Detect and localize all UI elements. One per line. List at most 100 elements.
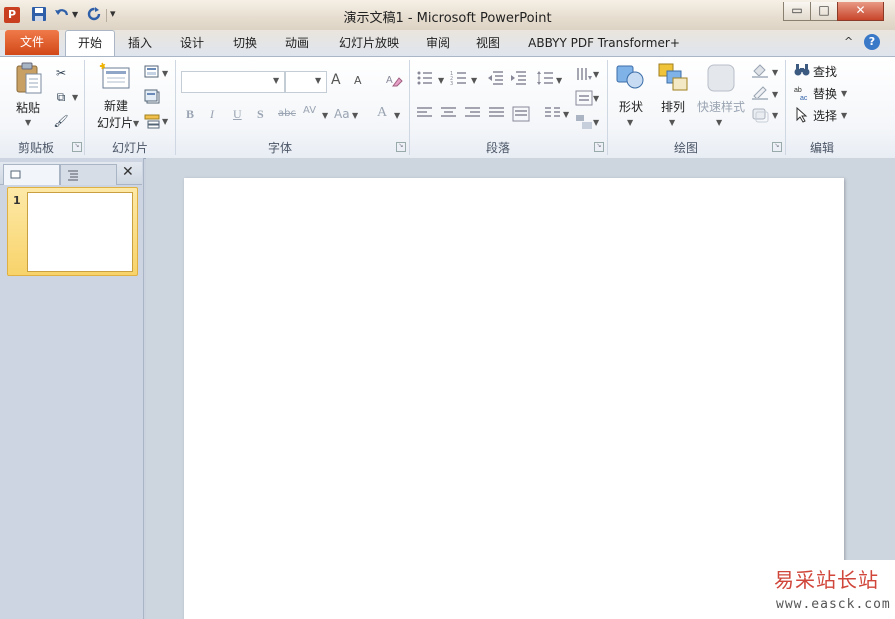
quick-styles-dropdown-icon[interactable]: ▼ bbox=[716, 118, 722, 127]
align-text-icon[interactable] bbox=[575, 90, 593, 109]
tab-animations[interactable]: 动画 bbox=[277, 31, 317, 55]
font-size-dropdown-icon[interactable]: ▼ bbox=[315, 76, 321, 85]
text-direction-icon[interactable] bbox=[575, 66, 593, 87]
format-painter-icon[interactable]: 🖌 bbox=[53, 113, 69, 129]
shapes-button[interactable]: 形状 bbox=[612, 98, 650, 115]
font-launcher-icon[interactable]: ↘ bbox=[396, 142, 406, 152]
arrange-icon[interactable] bbox=[657, 62, 689, 95]
tab-view[interactable]: 视图 bbox=[468, 31, 508, 55]
clipboard-launcher-icon[interactable]: ↘ bbox=[72, 142, 82, 152]
reset-slide-icon[interactable] bbox=[144, 89, 160, 105]
new-slide-button[interactable]: 幻灯片 bbox=[91, 114, 139, 131]
bullets-icon[interactable] bbox=[416, 70, 434, 89]
tab-home[interactable]: 开始 bbox=[65, 30, 115, 57]
shadow-button[interactable]: S bbox=[257, 107, 264, 122]
bold-button[interactable]: B bbox=[186, 107, 194, 122]
layout-dropdown-icon[interactable]: ▼ bbox=[162, 69, 168, 78]
slide-thumbnail[interactable] bbox=[27, 192, 133, 272]
select-cursor-icon[interactable] bbox=[795, 106, 809, 126]
paste-button[interactable]: 粘贴 bbox=[10, 99, 46, 116]
shapes-dropdown-icon[interactable]: ▼ bbox=[627, 118, 633, 127]
increase-indent-icon[interactable] bbox=[510, 70, 528, 89]
replace-dropdown-icon[interactable]: ▼ bbox=[841, 89, 847, 98]
tab-slideshow[interactable]: 幻灯片放映 bbox=[330, 31, 408, 55]
character-spacing-button[interactable]: AV bbox=[303, 105, 316, 116]
tab-abbyy[interactable]: ABBYY PDF Transformer+ bbox=[524, 31, 684, 55]
numbering-icon[interactable]: 123 bbox=[450, 70, 468, 89]
shapes-icon[interactable] bbox=[615, 62, 647, 95]
paragraph-launcher-icon[interactable]: ↘ bbox=[594, 142, 604, 152]
distributed-icon[interactable] bbox=[512, 106, 530, 125]
quick-styles-icon[interactable] bbox=[704, 62, 738, 97]
font-color-button[interactable]: A bbox=[377, 105, 387, 121]
shape-effects-dropdown-icon[interactable]: ▼ bbox=[772, 111, 778, 120]
italic-button[interactable]: I bbox=[210, 107, 214, 122]
find-icon[interactable] bbox=[794, 63, 810, 80]
character-spacing-dropdown-icon[interactable]: ▼ bbox=[322, 111, 328, 120]
decrease-indent-icon[interactable] bbox=[487, 70, 505, 89]
arrange-dropdown-icon[interactable]: ▼ bbox=[669, 118, 675, 127]
new-slide-icon[interactable] bbox=[99, 62, 131, 95]
pane-close-icon[interactable]: ✕ bbox=[122, 164, 134, 180]
arrange-button[interactable]: 排列 bbox=[654, 98, 692, 115]
help-icon[interactable]: ? bbox=[864, 34, 880, 50]
copy-dropdown-icon[interactable]: ▼ bbox=[72, 93, 78, 102]
shape-outline-dropdown-icon[interactable]: ▼ bbox=[772, 90, 778, 99]
replace-icon[interactable]: ab ac bbox=[794, 85, 810, 104]
grow-font-icon[interactable]: A bbox=[331, 72, 341, 88]
tab-file[interactable]: 文件 bbox=[5, 30, 59, 55]
quick-styles-button[interactable]: 快速样式 bbox=[694, 98, 748, 115]
new-slide-dropdown-icon[interactable]: ▼ bbox=[133, 119, 139, 128]
tab-insert[interactable]: 插入 bbox=[120, 31, 160, 55]
section-icon[interactable] bbox=[144, 113, 160, 129]
pane-tab-outline[interactable] bbox=[60, 164, 117, 185]
line-spacing-dropdown-icon[interactable]: ▼ bbox=[556, 76, 562, 85]
minimize-button[interactable]: ▭ bbox=[783, 2, 811, 21]
font-color-dropdown-icon[interactable]: ▼ bbox=[394, 111, 400, 120]
tab-design[interactable]: 设计 bbox=[172, 31, 212, 55]
drawing-launcher-icon[interactable]: ↘ bbox=[772, 142, 782, 152]
align-center-icon[interactable] bbox=[440, 106, 458, 123]
cut-icon[interactable]: ✂ bbox=[53, 65, 69, 81]
select-dropdown-icon[interactable]: ▼ bbox=[841, 111, 847, 120]
new-slide-line1[interactable]: 新建 bbox=[94, 97, 138, 114]
bullets-dropdown-icon[interactable]: ▼ bbox=[438, 76, 444, 85]
align-left-icon[interactable] bbox=[416, 106, 434, 123]
change-case-dropdown-icon[interactable]: ▼ bbox=[352, 111, 358, 120]
tab-transitions[interactable]: 切换 bbox=[225, 31, 265, 55]
shape-outline-icon[interactable] bbox=[751, 85, 769, 104]
line-spacing-icon[interactable] bbox=[536, 70, 554, 89]
shape-effects-icon[interactable] bbox=[751, 107, 769, 126]
pane-tab-slides[interactable] bbox=[3, 164, 60, 185]
numbering-dropdown-icon[interactable]: ▼ bbox=[471, 76, 477, 85]
replace-button[interactable]: 替换 bbox=[813, 85, 837, 102]
shape-fill-dropdown-icon[interactable]: ▼ bbox=[772, 68, 778, 77]
justify-icon[interactable] bbox=[488, 106, 506, 123]
convert-smartart-icon[interactable] bbox=[575, 114, 593, 133]
tab-review[interactable]: 审阅 bbox=[418, 31, 458, 55]
minimize-ribbon-icon[interactable]: ^ bbox=[844, 35, 853, 48]
columns-icon[interactable] bbox=[544, 106, 562, 123]
align-right-icon[interactable] bbox=[464, 106, 482, 123]
clear-formatting-icon[interactable]: A bbox=[385, 72, 403, 91]
columns-dropdown-icon[interactable]: ▼ bbox=[563, 110, 569, 119]
layout-icon[interactable] bbox=[144, 65, 160, 81]
slide-canvas[interactable] bbox=[184, 178, 844, 619]
font-name-combo[interactable] bbox=[181, 71, 285, 93]
copy-icon[interactable]: ⧉ bbox=[53, 89, 69, 105]
change-case-button[interactable]: Aa bbox=[334, 107, 350, 121]
section-dropdown-icon[interactable]: ▼ bbox=[162, 117, 168, 126]
convert-smartart-dropdown-icon[interactable]: ▼ bbox=[593, 118, 599, 127]
select-button[interactable]: 选择 bbox=[813, 107, 837, 124]
shrink-font-icon[interactable]: A bbox=[354, 74, 362, 87]
font-name-dropdown-icon[interactable]: ▼ bbox=[273, 76, 279, 85]
find-button[interactable]: 查找 bbox=[813, 63, 837, 80]
paste-dropdown-icon[interactable]: ▼ bbox=[25, 118, 31, 127]
align-text-dropdown-icon[interactable]: ▼ bbox=[593, 94, 599, 103]
strikethrough-button[interactable]: abc bbox=[278, 108, 296, 119]
text-direction-dropdown-icon[interactable]: ▼ bbox=[593, 70, 599, 79]
close-button[interactable]: ✕ bbox=[837, 2, 884, 21]
paste-icon[interactable] bbox=[14, 62, 44, 99]
shape-fill-icon[interactable] bbox=[751, 63, 769, 82]
maximize-button[interactable]: □ bbox=[810, 2, 838, 21]
